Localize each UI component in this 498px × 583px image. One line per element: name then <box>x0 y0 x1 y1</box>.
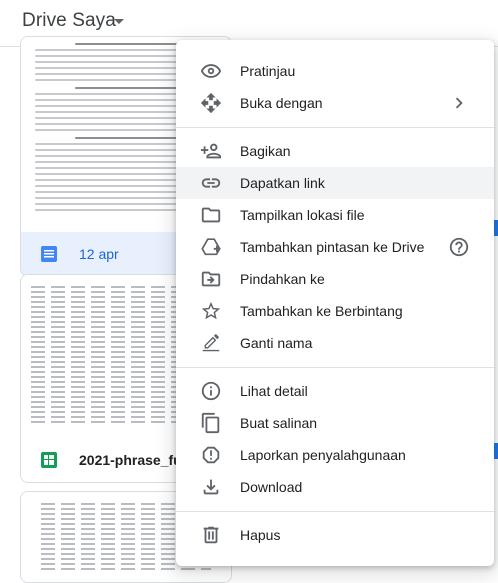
info-icon <box>200 380 222 402</box>
menu-item-label: Tampilkan lokasi file <box>240 207 365 223</box>
scroll-indicator <box>494 443 498 459</box>
menu-item-move-to[interactable]: Pindahkan ke <box>176 263 494 295</box>
menu-item-download[interactable]: Download <box>176 471 494 503</box>
pencil-icon <box>200 332 222 354</box>
add-shortcut-icon <box>200 236 222 258</box>
page-title[interactable]: Drive Saya <box>22 10 116 32</box>
menu-item-add-shortcut[interactable]: Tambahkan pintasan ke Drive <box>176 231 494 263</box>
menu-item-report-abuse[interactable]: Laporkan penyalahgunaan <box>176 439 494 471</box>
menu-item-show-file-location[interactable]: Tampilkan lokasi file <box>176 199 494 231</box>
menu-item-make-copy[interactable]: Buat salinan <box>176 407 494 439</box>
menu-item-label: Tambahkan ke Berbintang <box>240 303 403 319</box>
menu-item-delete[interactable]: Hapus <box>176 519 494 551</box>
report-icon <box>200 444 222 466</box>
menu-item-label: Ganti nama <box>240 335 313 351</box>
menu-item-get-link[interactable]: Dapatkan link <box>176 167 494 199</box>
menu-item-label: Tambahkan pintasan ke Drive <box>240 239 425 255</box>
menu-item-label: Bagikan <box>240 143 291 159</box>
scroll-indicator <box>494 220 498 236</box>
context-menu: Pratinjau Buka dengan Bagikan Dapatkan l… <box>176 40 494 566</box>
menu-item-view-details[interactable]: Lihat detail <box>176 375 494 407</box>
folder-icon <box>200 204 222 226</box>
google-docs-icon <box>41 246 57 262</box>
download-icon <box>200 476 222 498</box>
menu-item-rename[interactable]: Ganti nama <box>176 327 494 359</box>
move-icon <box>200 92 222 114</box>
menu-item-label: Download <box>240 479 303 495</box>
menu-item-label: Buat salinan <box>240 415 318 431</box>
menu-item-label: Hapus <box>240 527 281 543</box>
menu-divider <box>176 367 494 368</box>
menu-item-label: Pindahkan ke <box>240 271 325 287</box>
chevron-right-icon <box>448 92 470 114</box>
menu-item-label: Dapatkan link <box>240 175 325 191</box>
chevron-down-icon[interactable] <box>114 19 124 24</box>
menu-divider <box>176 127 494 128</box>
copy-icon <box>200 412 222 434</box>
google-sheets-icon <box>41 452 57 468</box>
menu-item-open-with[interactable]: Buka dengan <box>176 87 494 119</box>
menu-item-share[interactable]: Bagikan <box>176 135 494 167</box>
menu-item-add-to-starred[interactable]: Tambahkan ke Berbintang <box>176 295 494 327</box>
eye-icon <box>200 60 222 82</box>
file-name[interactable]: 12 apr <box>79 246 119 262</box>
menu-item-label: Laporkan penyalahgunaan <box>240 447 406 463</box>
link-icon <box>200 172 222 194</box>
menu-item-preview[interactable]: Pratinjau <box>176 55 494 87</box>
menu-item-label: Buka dengan <box>240 95 323 111</box>
move-to-folder-icon <box>200 268 222 290</box>
star-icon <box>200 300 222 322</box>
menu-item-label: Lihat detail <box>240 383 308 399</box>
menu-divider <box>176 511 494 512</box>
menu-item-label: Pratinjau <box>240 63 296 79</box>
help-icon[interactable] <box>448 236 470 258</box>
person-add-icon <box>200 140 222 162</box>
trash-icon <box>200 524 222 546</box>
